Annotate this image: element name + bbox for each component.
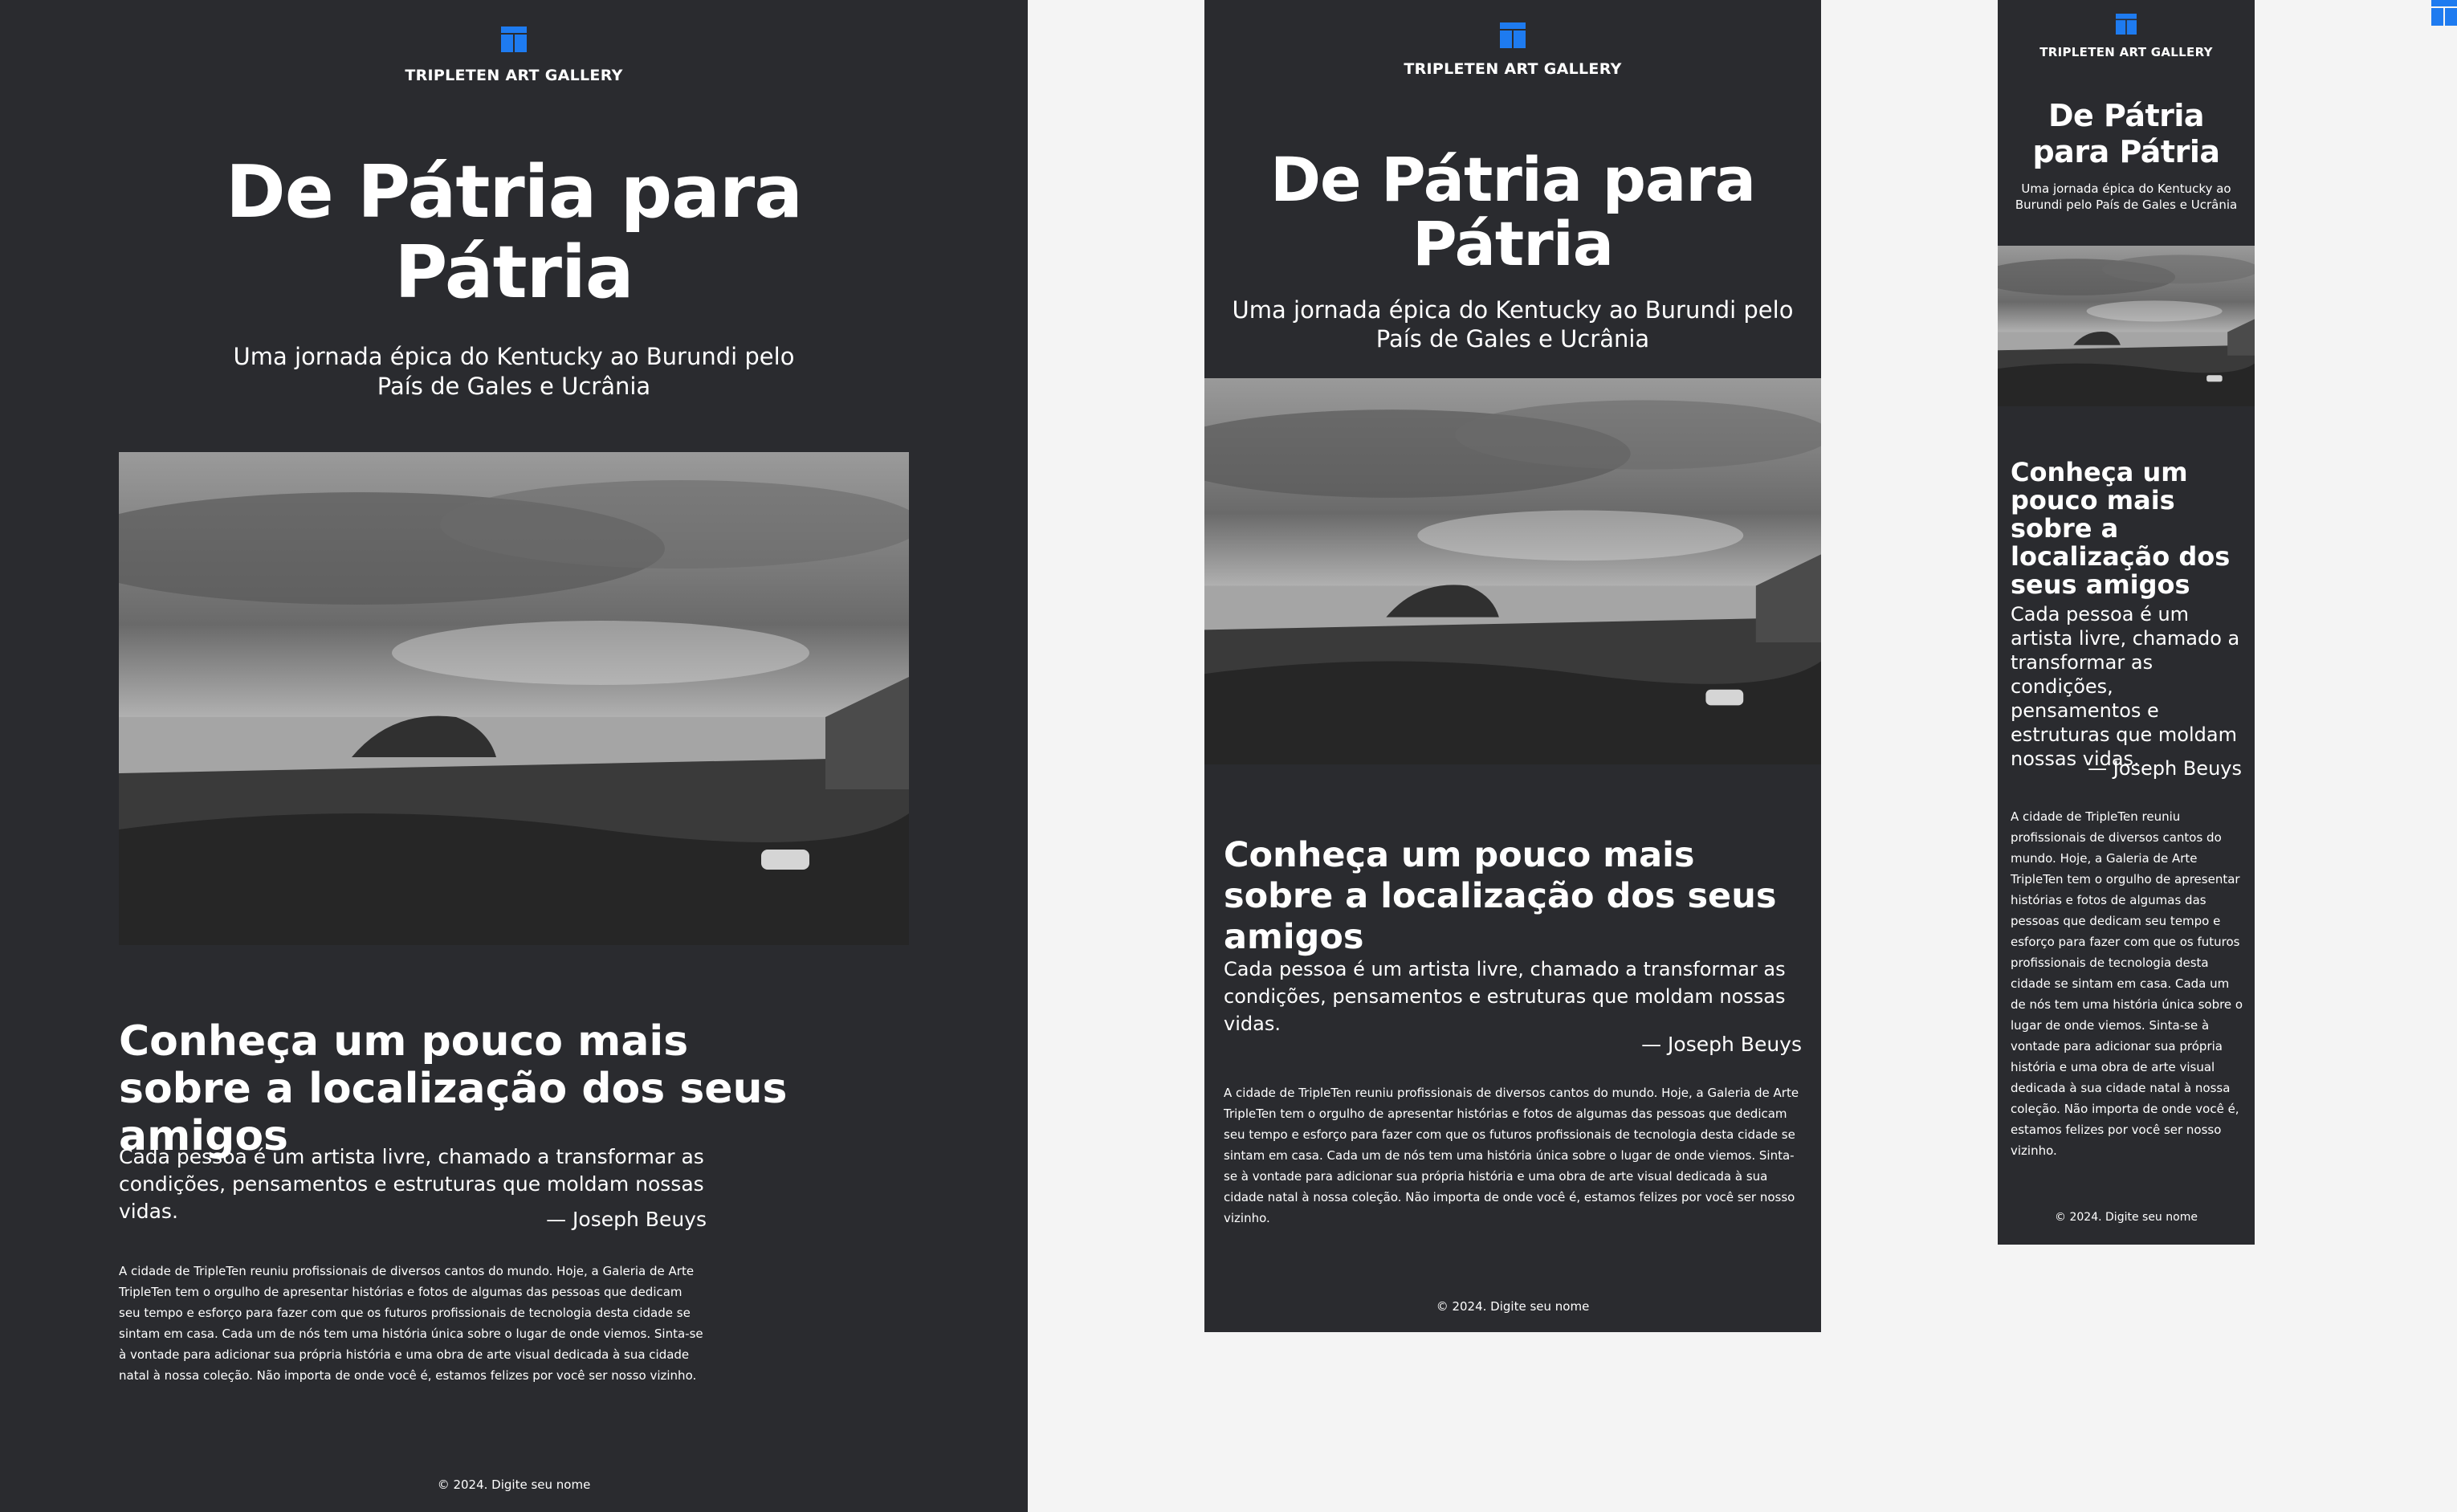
page-medium: TRIPLETEN ART GALLERY De Pátria para Pát… xyxy=(1204,0,1821,1332)
page-title: De Pátria para Pátria xyxy=(226,150,803,315)
footer-text: © 2024. Digite seu nome xyxy=(437,1477,591,1492)
brand-name[interactable]: TRIPLETEN ART GALLERY xyxy=(0,67,1028,84)
section-heading: Conheça um pouco mais sobre a localizaçã… xyxy=(2011,457,2231,600)
page-subtitle: Uma jornada épica do Kentucky ao Burundi… xyxy=(1232,296,1794,353)
section-body: A cidade de TripleTen reuniu profissiona… xyxy=(2011,809,2243,1158)
section-heading: Conheça um pouco mais sobre a localizaçã… xyxy=(1224,835,1777,957)
section-heading: Conheça um pouco mais sobre a localizaçã… xyxy=(119,1017,788,1160)
hero-photo xyxy=(119,452,909,945)
page-subtitle: Uma jornada épica do Kentucky ao Burundi… xyxy=(2015,181,2238,212)
gallery-logo-icon[interactable] xyxy=(2116,14,2137,35)
page-subtitle: Uma jornada épica do Kentucky ao Burundi… xyxy=(233,343,795,400)
brand-name[interactable]: TRIPLETEN ART GALLERY xyxy=(1204,60,1821,78)
hero-photo xyxy=(1204,378,1821,764)
gallery-logo-icon[interactable] xyxy=(501,26,527,52)
gallery-grid-icon[interactable] xyxy=(2431,0,2457,26)
page-title: De Pátria para Pátria xyxy=(2032,98,2220,169)
footer-text: © 2024. Digite seu nome xyxy=(1436,1299,1590,1314)
quote-author: — Joseph Beuys xyxy=(2088,757,2242,780)
hero-photo xyxy=(1998,246,2255,406)
footer-text: © 2024. Digite seu nome xyxy=(2055,1211,2198,1224)
gallery-logo-icon[interactable] xyxy=(1500,22,1526,48)
quote-author: — Joseph Beuys xyxy=(546,1208,707,1231)
brand-name[interactable]: TRIPLETEN ART GALLERY xyxy=(1998,45,2255,59)
page-small: TRIPLETEN ART GALLERY De Pátria para Pát… xyxy=(1998,0,2255,1245)
page-large: TRIPLETEN ART GALLERY De Pátria para Pát… xyxy=(0,0,1028,1512)
section-body: A cidade de TripleTen reuniu profissiona… xyxy=(1224,1086,1799,1225)
quote-text: Cada pessoa é um artista livre, chamado … xyxy=(2011,603,2240,770)
quote-author: — Joseph Beuys xyxy=(1641,1033,1802,1056)
section-body: A cidade de TripleTen reuniu profissiona… xyxy=(119,1264,703,1383)
page-title: De Pátria para Pátria xyxy=(1269,144,1756,279)
quote-text: Cada pessoa é um artista livre, chamado … xyxy=(1224,958,1786,1035)
